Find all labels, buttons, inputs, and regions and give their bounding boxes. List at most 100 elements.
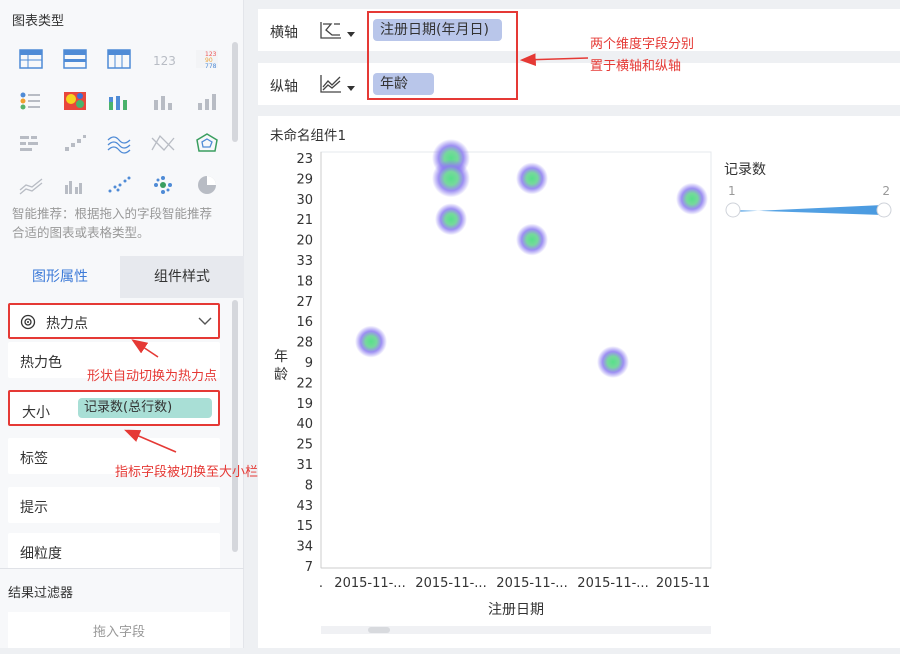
y-axis-title: 龄 [274, 367, 288, 383]
y-axis-row: 纵轴 年龄 [258, 63, 900, 105]
y-tick-label: 18 [296, 274, 313, 289]
pie-chart-icon[interactable] [194, 174, 220, 196]
y-tick-label: 30 [296, 193, 313, 208]
y-tick-label: 43 [296, 499, 313, 514]
heat-point[interactable] [516, 223, 548, 256]
tab-graph-properties[interactable]: 图形属性 [0, 256, 120, 298]
axes-annotation-line1: 两个维度字段分别 [590, 37, 695, 52]
cross-table-icon[interactable] [106, 48, 132, 70]
heat-point[interactable] [432, 159, 470, 198]
x-tick-label: 2015-11-... [334, 576, 405, 591]
x-tick-label: . [319, 576, 323, 591]
y-tick-label: 20 [296, 234, 313, 249]
chart-scroll-thumb[interactable] [368, 627, 390, 633]
size-field-chip[interactable]: 记录数(总行数) [78, 398, 212, 418]
stacked-column-icon[interactable] [106, 90, 132, 112]
chart-type-scrollbar[interactable] [232, 42, 238, 142]
x-axis-title: 注册日期 [488, 602, 544, 618]
size-annotation: 指标字段被切换至大小栏 [115, 465, 259, 480]
multi-line-icon[interactable] [106, 132, 132, 154]
grid-table-icon[interactable] [18, 48, 44, 70]
y-axis-title: 年 [274, 349, 288, 365]
colored-table-icon[interactable]: 12390778 [194, 48, 220, 70]
plot-area [320, 151, 712, 569]
x-tick-label: 2015-11-... [577, 576, 648, 591]
svg-text:778: 778 [205, 63, 217, 70]
chart-type-title: 图表类型 [12, 14, 65, 29]
y-tick-label: 40 [296, 417, 313, 432]
y-tick-label: 16 [296, 315, 313, 330]
y-tick-label: 29 [296, 172, 313, 187]
heat-point[interactable] [355, 325, 387, 358]
y-tick-label: 9 [305, 356, 313, 371]
heatmap-grid-icon[interactable] [62, 90, 88, 112]
heat-point[interactable] [435, 203, 467, 236]
axes-annotation-line2: 置于横轴和纵轴 [590, 59, 682, 74]
svg-text:123: 123 [153, 54, 176, 68]
cross-line-icon[interactable] [150, 132, 176, 154]
column-chart-icon[interactable] [194, 90, 220, 112]
x-tick-label: 2015-11-... [415, 576, 486, 591]
y-tick-label: 19 [296, 397, 313, 412]
granularity-label: 细粒度 [20, 546, 62, 562]
x-axis-chart-icon[interactable] [318, 18, 344, 42]
y-tick-label: 34 [296, 540, 313, 555]
tooltip-label: 提示 [20, 500, 48, 516]
x-tick-label: 2015-11-... [496, 576, 567, 591]
axes-highlight-box [367, 11, 518, 100]
heat-point[interactable] [676, 182, 708, 215]
divider [0, 568, 244, 569]
shape-value: 热力点 [46, 316, 88, 332]
chevron-down-icon[interactable] [347, 32, 355, 37]
bar-chart-icon[interactable] [150, 90, 176, 112]
x-tick-label: 2015-11 [656, 576, 710, 591]
y-tick-label: 7 [305, 560, 313, 575]
chevron-down-icon[interactable] [347, 86, 355, 91]
legend-min-handle[interactable] [725, 202, 741, 218]
y-tick-label: 33 [296, 254, 313, 269]
legend-gradient-bar [733, 205, 883, 215]
properties-scrollbar[interactable] [232, 300, 238, 552]
label-label: 标签 [20, 451, 48, 467]
scatter-dots-icon[interactable] [106, 174, 132, 196]
property-tabs: 图形属性 组件样式 [0, 256, 244, 298]
arrow-to-axes [519, 53, 589, 67]
chevron-down-icon [198, 317, 212, 325]
heat-point-shape-icon [20, 314, 36, 330]
kpi-number-icon[interactable]: 123 [150, 48, 176, 70]
result-filter-title: 结果过滤器 [8, 586, 74, 601]
y-tick-label: 22 [296, 376, 313, 391]
recommend-hint: 智能推荐：根据拖入的字段智能推荐合适的图表或表格类型。 [12, 206, 213, 240]
heat-point[interactable] [516, 162, 548, 195]
tab-component-style[interactable]: 组件样式 [120, 256, 244, 298]
legend-max-label: 2 [882, 184, 890, 198]
y-tick-label: 31 [296, 458, 313, 473]
area-line-icon[interactable] [18, 174, 44, 196]
y-axis-label: 纵轴 [270, 79, 298, 95]
shape-annotation: 形状自动切换为热力点 [87, 369, 218, 384]
scatter-steps-icon[interactable] [62, 132, 88, 154]
size-property[interactable]: 大小 记录数(总行数) [8, 390, 220, 426]
x-axis-label: 横轴 [270, 25, 298, 41]
y-tick-label: 15 [296, 519, 313, 534]
tooltip-property[interactable]: 提示 [8, 487, 220, 523]
shape-select[interactable]: 热力点 [8, 303, 220, 339]
horizontal-bar-icon[interactable] [18, 132, 44, 154]
y-tick-label: 23 [296, 152, 313, 167]
x-axis-row: 横轴 注册日期(年月日) [258, 9, 900, 51]
y-tick-label: 25 [296, 438, 313, 453]
filter-drop-zone[interactable]: 拖入字段 [8, 612, 230, 648]
y-tick-label: 28 [296, 336, 313, 351]
y-axis-chart-icon[interactable] [318, 72, 344, 96]
radar-icon[interactable] [194, 132, 220, 154]
size-label: 大小 [22, 405, 50, 421]
grouped-column-icon[interactable] [62, 174, 88, 196]
grouped-table-icon[interactable] [62, 48, 88, 70]
legend-max-handle[interactable] [876, 202, 892, 218]
heat-point-icon[interactable] [150, 174, 176, 196]
granularity-property[interactable]: 细粒度 [8, 533, 220, 569]
legend-min-label: 1 [728, 184, 736, 198]
heat-point-chart: 232930212033182716289221940253184315347年… [274, 139, 892, 634]
legend-list-icon[interactable] [18, 90, 44, 112]
heat-point[interactable] [597, 346, 629, 378]
